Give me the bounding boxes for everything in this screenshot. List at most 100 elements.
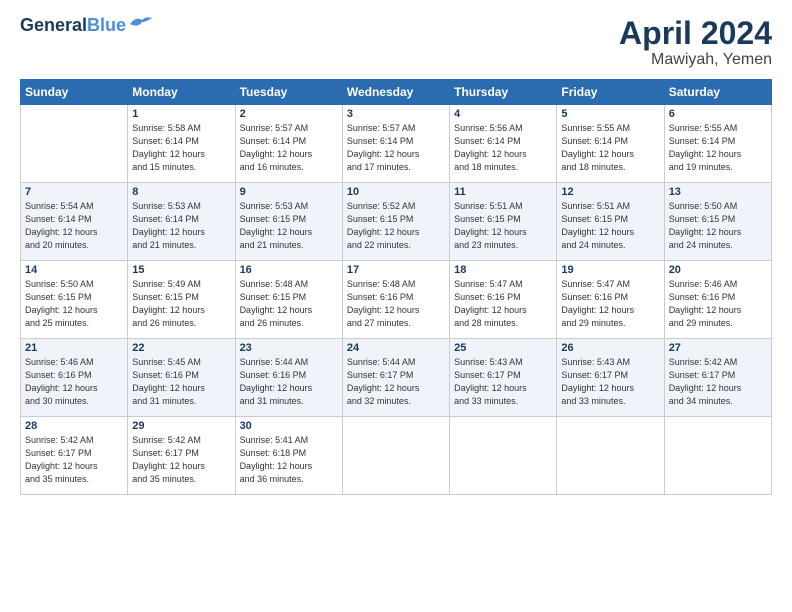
table-cell: 4 Sunrise: 5:56 AM Sunset: 6:14 PM Daylig…	[450, 105, 557, 183]
table-cell: 1 Sunrise: 5:58 AM Sunset: 6:14 PM Daylig…	[128, 105, 235, 183]
day-number: 25	[454, 342, 552, 354]
col-monday: Monday	[128, 80, 235, 105]
table-cell: 11 Sunrise: 5:51 AM Sunset: 6:15 PM Dayli…	[450, 183, 557, 261]
table-cell: 10 Sunrise: 5:52 AM Sunset: 6:15 PM Dayli…	[342, 183, 449, 261]
table-cell: 18 Sunrise: 5:47 AM Sunset: 6:16 PM Dayli…	[450, 261, 557, 339]
logo-bird-icon	[128, 14, 154, 32]
day-number: 22	[132, 342, 230, 354]
day-number: 18	[454, 264, 552, 276]
table-cell: 23 Sunrise: 5:44 AM Sunset: 6:16 PM Dayli…	[235, 339, 342, 417]
table-cell: 22 Sunrise: 5:45 AM Sunset: 6:16 PM Dayli…	[128, 339, 235, 417]
day-info: Sunrise: 5:55 AM Sunset: 6:14 PM Dayligh…	[561, 122, 659, 174]
col-thursday: Thursday	[450, 80, 557, 105]
day-info: Sunrise: 5:53 AM Sunset: 6:14 PM Dayligh…	[132, 200, 230, 252]
day-info: Sunrise: 5:43 AM Sunset: 6:17 PM Dayligh…	[561, 356, 659, 408]
table-cell: 16 Sunrise: 5:48 AM Sunset: 6:15 PM Dayli…	[235, 261, 342, 339]
table-cell: 2 Sunrise: 5:57 AM Sunset: 6:14 PM Daylig…	[235, 105, 342, 183]
day-info: Sunrise: 5:46 AM Sunset: 6:16 PM Dayligh…	[669, 278, 767, 330]
day-number: 3	[347, 108, 445, 120]
col-saturday: Saturday	[664, 80, 771, 105]
day-info: Sunrise: 5:50 AM Sunset: 6:15 PM Dayligh…	[25, 278, 123, 330]
day-number: 10	[347, 186, 445, 198]
day-number: 27	[669, 342, 767, 354]
day-number: 8	[132, 186, 230, 198]
day-info: Sunrise: 5:57 AM Sunset: 6:14 PM Dayligh…	[347, 122, 445, 174]
day-info: Sunrise: 5:41 AM Sunset: 6:18 PM Dayligh…	[240, 434, 338, 486]
day-info: Sunrise: 5:46 AM Sunset: 6:16 PM Dayligh…	[25, 356, 123, 408]
calendar-table: Sunday Monday Tuesday Wednesday Thursday…	[20, 79, 772, 495]
page: GeneralBlue April 2024 Mawiyah, Yemen Su…	[0, 0, 792, 612]
day-info: Sunrise: 5:50 AM Sunset: 6:15 PM Dayligh…	[669, 200, 767, 252]
table-cell: 7 Sunrise: 5:54 AM Sunset: 6:14 PM Daylig…	[21, 183, 128, 261]
table-cell	[342, 417, 449, 495]
table-cell: 15Sunrise: 5:49 AM Sunset: 6:15 PM Dayli…	[128, 261, 235, 339]
day-number: 1	[132, 108, 230, 120]
day-info: Sunrise: 5:51 AM Sunset: 6:15 PM Dayligh…	[454, 200, 552, 252]
day-info: Sunrise: 5:42 AM Sunset: 6:17 PM Dayligh…	[132, 434, 230, 486]
table-cell: 8 Sunrise: 5:53 AM Sunset: 6:14 PM Daylig…	[128, 183, 235, 261]
day-info: Sunrise: 5:53 AM Sunset: 6:15 PM Dayligh…	[240, 200, 338, 252]
col-wednesday: Wednesday	[342, 80, 449, 105]
day-number: 20	[669, 264, 767, 276]
table-cell: 5 Sunrise: 5:55 AM Sunset: 6:14 PM Daylig…	[557, 105, 664, 183]
day-number: 23	[240, 342, 338, 354]
day-info: Sunrise: 5:42 AM Sunset: 6:17 PM Dayligh…	[25, 434, 123, 486]
day-info: Sunrise: 5:52 AM Sunset: 6:15 PM Dayligh…	[347, 200, 445, 252]
day-number: 7	[25, 186, 123, 198]
table-cell: 29 Sunrise: 5:42 AM Sunset: 6:17 PM Dayli…	[128, 417, 235, 495]
day-number: 5	[561, 108, 659, 120]
table-cell: 20 Sunrise: 5:46 AM Sunset: 6:16 PM Dayli…	[664, 261, 771, 339]
day-number: 24	[347, 342, 445, 354]
day-number: 4	[454, 108, 552, 120]
day-number: 16	[240, 264, 338, 276]
location-title: Mawiyah, Yemen	[619, 51, 772, 69]
title-section: April 2024 Mawiyah, Yemen	[619, 16, 772, 69]
col-friday: Friday	[557, 80, 664, 105]
table-cell: 25 Sunrise: 5:43 AM Sunset: 6:17 PM Dayli…	[450, 339, 557, 417]
table-cell	[557, 417, 664, 495]
day-info: Sunrise: 5:51 AM Sunset: 6:15 PM Dayligh…	[561, 200, 659, 252]
day-number: 29	[132, 420, 230, 432]
table-cell	[21, 105, 128, 183]
day-info: Sunrise: 5:57 AM Sunset: 6:14 PM Dayligh…	[240, 122, 338, 174]
day-info: Sunrise: 5:48 AM Sunset: 6:15 PM Dayligh…	[240, 278, 338, 330]
table-cell: 30 Sunrise: 5:41 AM Sunset: 6:18 PM Dayli…	[235, 417, 342, 495]
logo-text: GeneralBlue	[20, 16, 126, 36]
table-cell: 21 Sunrise: 5:46 AM Sunset: 6:16 PM Dayli…	[21, 339, 128, 417]
logo: GeneralBlue	[20, 16, 154, 36]
table-cell: 9 Sunrise: 5:53 AM Sunset: 6:15 PM Daylig…	[235, 183, 342, 261]
table-cell: 27Sunrise: 5:42 AM Sunset: 6:17 PM Dayli…	[664, 339, 771, 417]
table-cell: 19 Sunrise: 5:47 AM Sunset: 6:16 PM Dayli…	[557, 261, 664, 339]
day-number: 19	[561, 264, 659, 276]
day-number: 30	[240, 420, 338, 432]
day-number: 15	[132, 264, 230, 276]
month-title: April 2024	[619, 16, 772, 51]
day-info: Sunrise: 5:58 AM Sunset: 6:14 PM Dayligh…	[132, 122, 230, 174]
day-number: 14	[25, 264, 123, 276]
day-info: Sunrise: 5:44 AM Sunset: 6:17 PM Dayligh…	[347, 356, 445, 408]
day-info: Sunrise: 5:44 AM Sunset: 6:16 PM Dayligh…	[240, 356, 338, 408]
day-number: 9	[240, 186, 338, 198]
table-cell: 3 Sunrise: 5:57 AM Sunset: 6:14 PM Daylig…	[342, 105, 449, 183]
day-number: 11	[454, 186, 552, 198]
table-cell: 14 Sunrise: 5:50 AM Sunset: 6:15 PM Dayli…	[21, 261, 128, 339]
table-cell: 26 Sunrise: 5:43 AM Sunset: 6:17 PM Dayli…	[557, 339, 664, 417]
day-number: 17	[347, 264, 445, 276]
day-info: Sunrise: 5:56 AM Sunset: 6:14 PM Dayligh…	[454, 122, 552, 174]
day-info: Sunrise: 5:47 AM Sunset: 6:16 PM Dayligh…	[561, 278, 659, 330]
table-cell	[664, 417, 771, 495]
day-number: 26	[561, 342, 659, 354]
day-info: Sunrise: 5:45 AM Sunset: 6:16 PM Dayligh…	[132, 356, 230, 408]
day-info: Sunrise: 5:47 AM Sunset: 6:16 PM Dayligh…	[454, 278, 552, 330]
day-number: 28	[25, 420, 123, 432]
day-number: 2	[240, 108, 338, 120]
day-info: Sunrise: 5:54 AM Sunset: 6:14 PM Dayligh…	[25, 200, 123, 252]
day-info: Sunrise: 5:55 AM Sunset: 6:14 PM Dayligh…	[669, 122, 767, 174]
table-cell	[450, 417, 557, 495]
table-cell: 13Sunrise: 5:50 AM Sunset: 6:15 PM Dayli…	[664, 183, 771, 261]
day-info: Sunrise: 5:43 AM Sunset: 6:17 PM Dayligh…	[454, 356, 552, 408]
table-cell: 28 Sunrise: 5:42 AM Sunset: 6:17 PM Dayli…	[21, 417, 128, 495]
table-cell: 24 Sunrise: 5:44 AM Sunset: 6:17 PM Dayli…	[342, 339, 449, 417]
table-cell: 17Sunrise: 5:48 AM Sunset: 6:16 PM Dayli…	[342, 261, 449, 339]
day-number: 21	[25, 342, 123, 354]
